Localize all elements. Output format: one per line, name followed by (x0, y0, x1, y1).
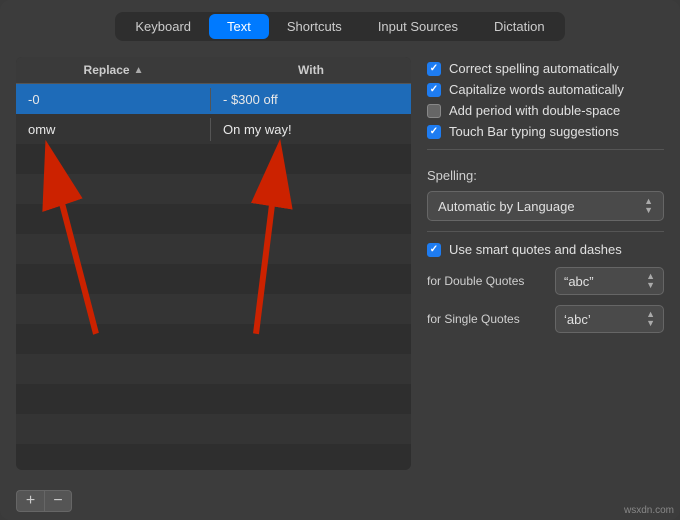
checkbox-label-period: Add period with double-space (449, 103, 620, 118)
column-replace: Replace ▲ (16, 63, 211, 77)
add-button[interactable]: + (16, 490, 44, 512)
tab-shortcuts[interactable]: Shortcuts (269, 14, 360, 39)
table-row-empty (16, 204, 411, 234)
table-row-empty (16, 354, 411, 384)
table-row-empty (16, 384, 411, 414)
checkbox-capitalize[interactable] (427, 83, 441, 97)
column-with: With (211, 63, 411, 77)
remove-button[interactable]: − (44, 490, 72, 512)
double-quotes-value: “abc” (564, 274, 594, 289)
bottom-bar: + − (0, 482, 680, 520)
tab-input-sources[interactable]: Input Sources (360, 14, 476, 39)
table-row[interactable]: -0 - $300 off (16, 84, 411, 114)
tab-container: Keyboard Text Shortcuts Input Sources Di… (115, 12, 564, 41)
cell-replace-0: -0 (16, 88, 211, 111)
cell-replace-1: omw (16, 118, 211, 141)
checkbox-row-period: Add period with double-space (427, 103, 664, 118)
single-quotes-label: for Single Quotes (427, 312, 547, 326)
table-row-empty (16, 414, 411, 444)
tab-dictation[interactable]: Dictation (476, 14, 563, 39)
table-row-empty (16, 174, 411, 204)
single-quotes-row: for Single Quotes ‘abc’ ▲ ▼ (427, 305, 664, 333)
table-body: -0 - $300 off omw On my way! (16, 84, 411, 470)
dropdown-arrows-icon: ▲ ▼ (644, 197, 653, 215)
double-quotes-dropdown[interactable]: “abc” ▲ ▼ (555, 267, 664, 295)
checkbox-label-touch-bar: Touch Bar typing suggestions (449, 124, 619, 139)
single-quotes-value: ‘abc’ (564, 312, 591, 327)
window: Keyboard Text Shortcuts Input Sources Di… (0, 0, 680, 520)
column-with-label: With (298, 63, 324, 77)
table-row-empty (16, 264, 411, 294)
table-row-empty (16, 294, 411, 324)
checkbox-touch-bar[interactable] (427, 125, 441, 139)
sort-arrow: ▲ (134, 65, 144, 76)
watermark: wsxdn.com (624, 505, 674, 516)
tab-bar: Keyboard Text Shortcuts Input Sources Di… (0, 0, 680, 41)
table-header: Replace ▲ With (16, 57, 411, 84)
spelling-label: Spelling: (427, 168, 664, 183)
replace-table: Replace ▲ With -0 - $300 off omw On my w… (16, 57, 411, 470)
checkbox-label-smart-quotes: Use smart quotes and dashes (449, 242, 622, 257)
table-row-empty (16, 234, 411, 264)
single-quotes-dropdown[interactable]: ‘abc’ ▲ ▼ (555, 305, 664, 333)
checkbox-row-correct-spelling: Correct spelling automatically (427, 61, 664, 76)
table-row-empty (16, 324, 411, 354)
divider (427, 149, 664, 150)
tab-text[interactable]: Text (209, 14, 269, 39)
checkbox-smart-quotes[interactable] (427, 243, 441, 257)
checkbox-row-touch-bar: Touch Bar typing suggestions (427, 124, 664, 139)
cell-with-1: On my way! (211, 118, 411, 141)
checkbox-label-capitalize: Capitalize words automatically (449, 82, 624, 97)
single-quotes-arrows-icon: ▲ ▼ (646, 310, 655, 328)
cell-with-0: - $300 off (211, 88, 411, 111)
table-row[interactable]: omw On my way! (16, 114, 411, 144)
divider2 (427, 231, 664, 232)
tab-keyboard[interactable]: Keyboard (117, 14, 209, 39)
spelling-dropdown-value: Automatic by Language (438, 199, 575, 214)
main-content: Replace ▲ With -0 - $300 off omw On my w… (0, 41, 680, 482)
checkbox-correct-spelling[interactable] (427, 62, 441, 76)
checkbox-period[interactable] (427, 104, 441, 118)
double-quotes-arrows-icon: ▲ ▼ (646, 272, 655, 290)
table-row-empty (16, 144, 411, 174)
checkbox-label-correct-spelling: Correct spelling automatically (449, 61, 619, 76)
column-replace-label: Replace (84, 63, 130, 77)
double-quotes-label: for Double Quotes (427, 274, 547, 288)
right-panel: Correct spelling automatically Capitaliz… (427, 57, 664, 470)
checkbox-row-capitalize: Capitalize words automatically (427, 82, 664, 97)
spelling-dropdown[interactable]: Automatic by Language ▲ ▼ (427, 191, 664, 221)
double-quotes-row: for Double Quotes “abc” ▲ ▼ (427, 267, 664, 295)
checkbox-row-smart-quotes: Use smart quotes and dashes (427, 242, 664, 257)
